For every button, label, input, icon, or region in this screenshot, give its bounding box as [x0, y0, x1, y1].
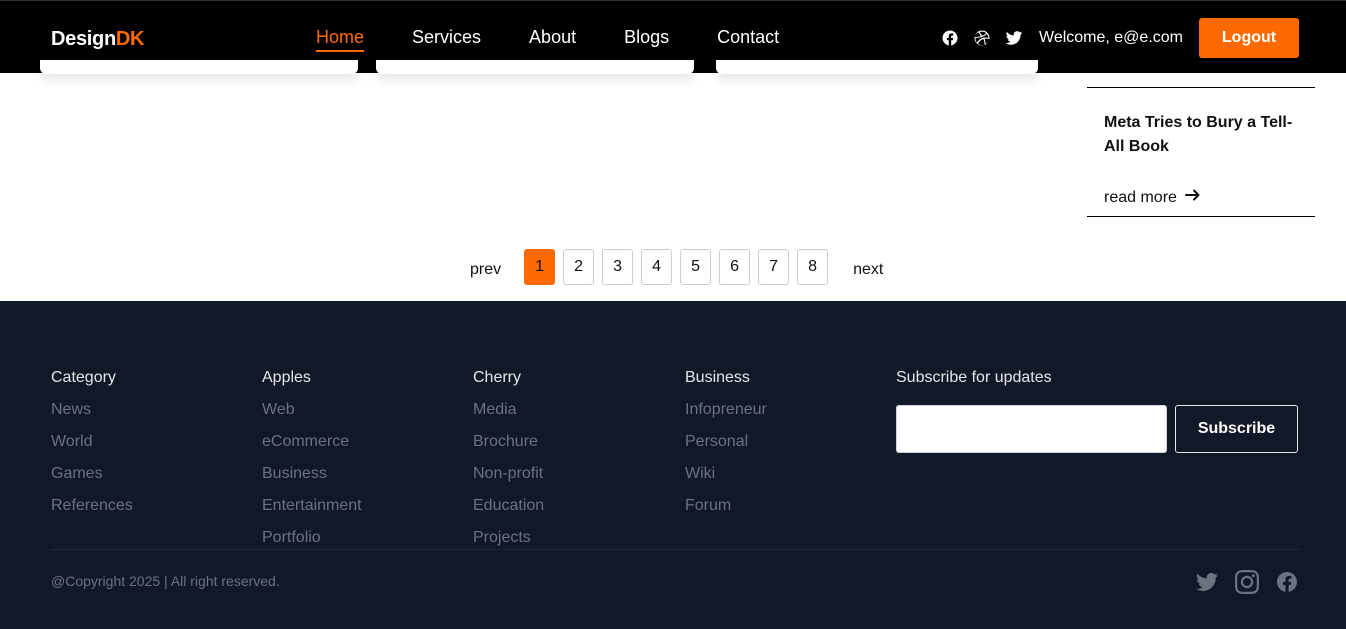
welcome-text: Welcome, e@e.com: [1039, 28, 1183, 46]
blog-card-edge: [716, 60, 1038, 74]
page-button-6[interactable]: 6: [719, 249, 751, 285]
footer-column-heading: Cherry: [473, 369, 522, 386]
page-button-7[interactable]: 7: [758, 249, 790, 285]
footer-link[interactable]: Personal: [685, 432, 767, 452]
nav-link-services[interactable]: Services: [412, 27, 481, 52]
footer-column-apples: Apples Web eCommerce Business Entertainm…: [262, 368, 362, 560]
subscribe-form: Subscribe: [896, 405, 1298, 453]
footer-link[interactable]: Entertainment: [262, 496, 362, 516]
footer-link[interactable]: World: [51, 432, 133, 452]
page-button-2[interactable]: 2: [563, 249, 595, 285]
logo-text: Design: [51, 28, 116, 50]
footer-column-cherry: Cherry Media Brochure Non-profit Educati…: [473, 368, 544, 560]
footer-column-heading: Apples: [262, 369, 311, 386]
prev-page-link[interactable]: prev: [470, 261, 501, 279]
footer-link[interactable]: Games: [51, 464, 133, 484]
footer-link[interactable]: Infopreneur: [685, 400, 767, 420]
nav-right: Welcome, e@e.com Logout: [941, 17, 1299, 58]
instagram-icon[interactable]: [1235, 570, 1259, 594]
footer-link[interactable]: Forum: [685, 496, 767, 516]
subscribe-heading: Subscribe for updates: [896, 369, 1052, 386]
page-button-4[interactable]: 4: [641, 249, 673, 285]
twitter-icon[interactable]: [1195, 570, 1219, 594]
arrow-right-icon: [1177, 187, 1201, 208]
facebook-icon[interactable]: [941, 29, 959, 47]
twitter-icon[interactable]: [1005, 29, 1023, 47]
nav-link-about[interactable]: About: [529, 27, 576, 52]
footer-column-heading: Business: [685, 369, 750, 386]
footer-link[interactable]: Brochure: [473, 432, 544, 452]
page-button-5[interactable]: 5: [680, 249, 712, 285]
footer-column-business: Business Infopreneur Personal Wiki Forum: [685, 368, 767, 528]
logo[interactable]: DesignDK: [51, 28, 144, 51]
footer-social-links: [1195, 570, 1299, 594]
copyright-text: @Copyright 2025 | All right reserved.: [51, 573, 280, 589]
nav-link-home[interactable]: Home: [316, 27, 365, 52]
subscribe-section: Subscribe for updates Subscribe: [896, 368, 1298, 453]
subscribe-button[interactable]: Subscribe: [1175, 405, 1298, 453]
footer-link[interactable]: Business: [262, 464, 362, 484]
sidebar-article: Meta Tries to Bury a Tell-All Book read …: [1087, 87, 1315, 217]
facebook-icon[interactable]: [1275, 570, 1299, 594]
subscribe-email-input[interactable]: [896, 405, 1167, 453]
footer: Category News World Games References App…: [0, 301, 1346, 629]
page-button-8[interactable]: 8: [797, 249, 829, 285]
next-page-link[interactable]: next: [853, 261, 883, 279]
page-button-3[interactable]: 3: [602, 249, 634, 285]
pagination: prev 1 2 3 4 5 6 7 8 next: [470, 249, 883, 285]
footer-link[interactable]: Media: [473, 400, 544, 420]
footer-link[interactable]: News: [51, 400, 133, 420]
footer-link[interactable]: Wiki: [685, 464, 767, 484]
footer-link[interactable]: References: [51, 496, 133, 516]
footer-column-category: Category News World Games References: [51, 368, 133, 528]
footer-link[interactable]: Portfolio: [262, 528, 362, 548]
footer-link[interactable]: Web: [262, 400, 362, 420]
sidebar-article-title[interactable]: Meta Tries to Bury a Tell-All Book: [1104, 111, 1304, 159]
footer-link[interactable]: Projects: [473, 528, 544, 548]
footer-link[interactable]: Education: [473, 496, 544, 516]
nav-link-blogs[interactable]: Blogs: [624, 27, 669, 52]
footer-divider: [51, 549, 1299, 550]
footer-column-heading: Category: [51, 369, 116, 386]
blog-card-edge: [376, 60, 694, 74]
dribbble-icon[interactable]: [973, 29, 991, 47]
page-button-1[interactable]: 1: [524, 249, 556, 285]
footer-link[interactable]: eCommerce: [262, 432, 362, 452]
blog-card-edge: [40, 60, 358, 74]
main-nav: Home Services About Blogs Contact: [316, 27, 827, 52]
header-social-links: [941, 29, 1023, 47]
nav-link-contact[interactable]: Contact: [717, 27, 779, 52]
footer-link[interactable]: Non-profit: [473, 464, 544, 484]
read-more-label: read more: [1104, 188, 1177, 206]
logo-accent-text: DK: [115, 28, 145, 50]
read-more-link[interactable]: read more: [1104, 187, 1201, 208]
logout-button[interactable]: Logout: [1199, 17, 1299, 58]
page-number-list: 1 2 3 4 5 6 7 8: [524, 249, 829, 285]
